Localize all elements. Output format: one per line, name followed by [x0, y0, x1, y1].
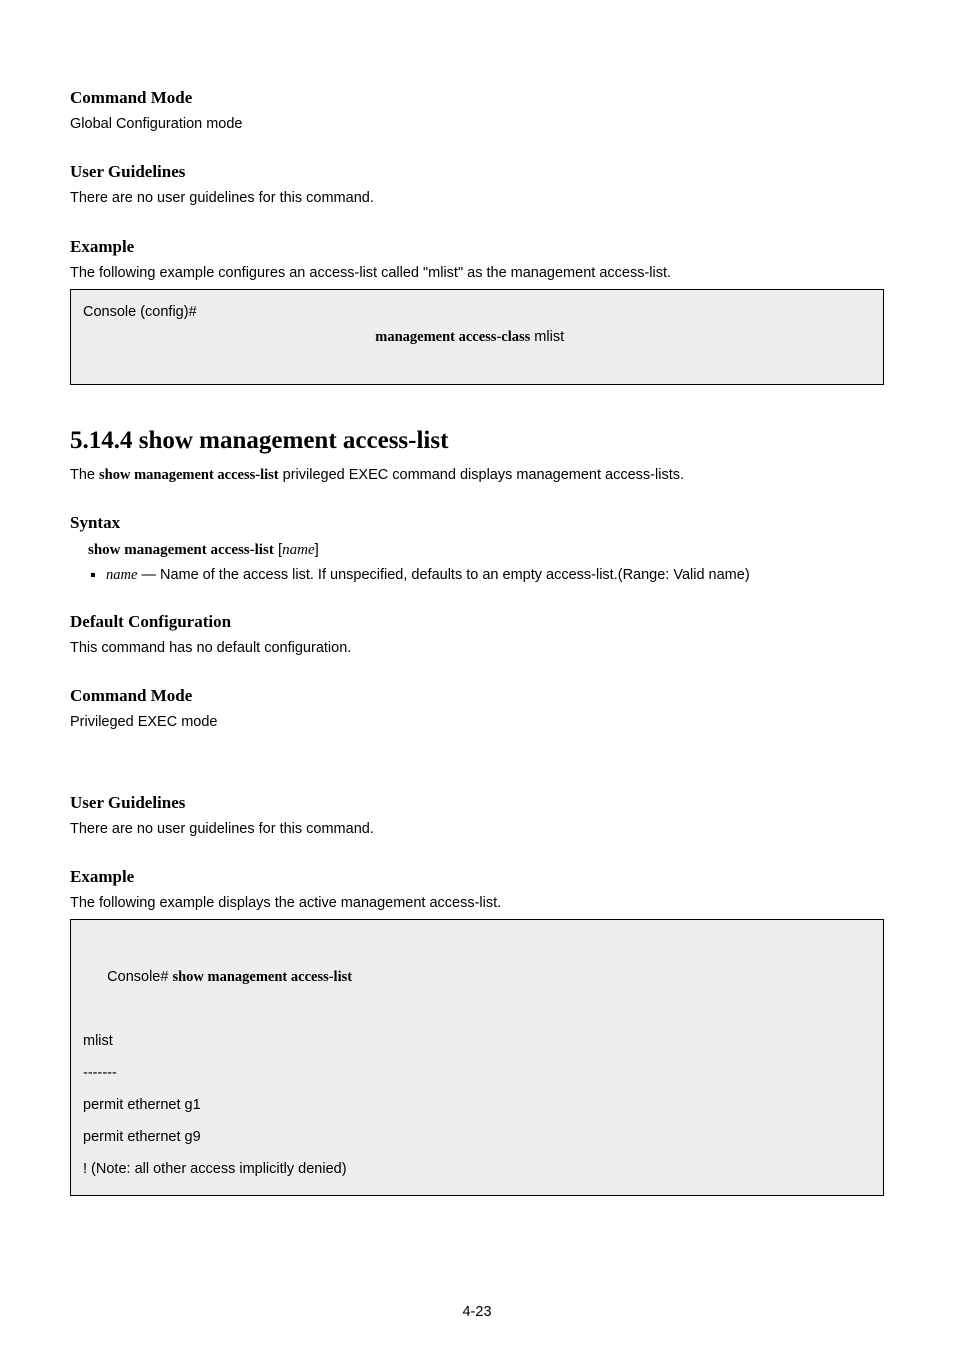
param-desc-b: — Name of the access list. If unspecifie…: [137, 567, 749, 583]
command-mode-heading-a: Command Mode: [70, 88, 884, 108]
command-mode-text-a: Global Configuration mode: [70, 114, 884, 134]
example-heading-a: Example: [70, 237, 884, 257]
param-item-b: name — Name of the access list. If unspe…: [106, 567, 884, 584]
code-prompt-a: Console (config)#: [83, 300, 343, 374]
code-line-a: Console (config)# management access-clas…: [83, 300, 871, 374]
example-text-a: The following example configures an acce…: [70, 263, 884, 283]
default-config-heading-b: Default Configuration: [70, 612, 884, 632]
command-mode-heading-b: Command Mode: [70, 686, 884, 706]
syntax-bracket-open: [: [274, 541, 282, 558]
param-name-b: name: [106, 567, 137, 583]
code-box-b: Console# show management access-list mli…: [70, 919, 884, 1196]
spacer: [70, 739, 884, 765]
user-guidelines-text-a: There are no user guidelines for this co…: [70, 188, 884, 208]
syntax-param-b: name: [282, 542, 315, 558]
section-desc-b: The show management access-list privileg…: [70, 465, 884, 485]
syntax-bracket-close: ]: [315, 541, 319, 558]
user-guidelines-heading-b: User Guidelines: [70, 793, 884, 813]
out-line-2: -------: [83, 1058, 871, 1090]
out-line-5: ! (Note: all other access implicitly den…: [83, 1154, 871, 1186]
param-list-b: name — Name of the access list. If unspe…: [106, 567, 884, 584]
out-line-1: mlist: [83, 1026, 871, 1058]
code-arg-a: mlist: [530, 329, 564, 345]
out-keyword: show management access-list: [172, 969, 352, 985]
out-line-prompt: Console# show management access-list: [83, 930, 871, 1026]
code-keyword-a: management access-class: [375, 329, 530, 345]
command-mode-text-b: Privileged EXEC mode: [70, 712, 884, 732]
desc-keyword-b: show management access-list: [99, 467, 279, 483]
code-box-a: Console (config)# management access-clas…: [70, 289, 884, 385]
user-guidelines-text-b: There are no user guidelines for this co…: [70, 819, 884, 839]
desc-prefix-b: The: [70, 467, 99, 483]
syntax-line-b: show management access-list [name]: [70, 541, 884, 559]
syntax-heading-b: Syntax: [70, 513, 884, 533]
example-heading-b: Example: [70, 867, 884, 887]
example-text-b: The following example displays the activ…: [70, 893, 884, 913]
desc-suffix-b: privileged EXEC command displays managem…: [279, 467, 684, 483]
user-guidelines-heading-a: User Guidelines: [70, 162, 884, 182]
out-line-3: permit ethernet g1: [83, 1090, 871, 1122]
syntax-keyword-b: show management access-list: [88, 542, 274, 558]
page-number: 4-23: [0, 1304, 954, 1320]
default-config-text-b: This command has no default configuratio…: [70, 638, 884, 658]
page: Command Mode Global Configuration mode U…: [0, 0, 954, 1350]
out-prompt: Console#: [107, 969, 172, 985]
section-title-b: 5.14.4 show management access-list: [70, 427, 884, 455]
out-line-4: permit ethernet g9: [83, 1122, 871, 1154]
